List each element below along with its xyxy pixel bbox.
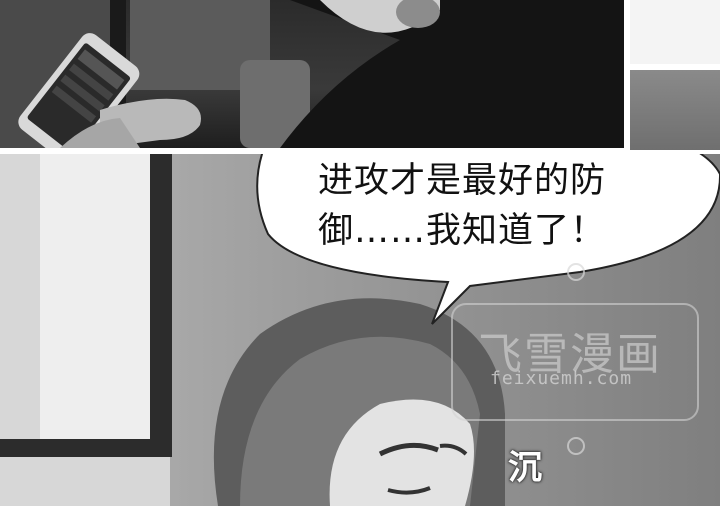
speech-line-1: 进攻才是最好的防 — [318, 161, 607, 201]
watermark-url: feixuemh.com — [490, 368, 633, 389]
speech-line-2: 御……我知道了！ — [318, 211, 607, 251]
panel-phone — [0, 0, 624, 148]
panel-background-fragment — [630, 70, 720, 150]
panel-blank — [630, 0, 720, 64]
speech-bubble-text: 进攻才是最好的防 御……我知道了！ — [318, 156, 678, 256]
phone-scene-illustration — [0, 0, 624, 148]
sound-effect-text: 沉 — [508, 448, 542, 488]
